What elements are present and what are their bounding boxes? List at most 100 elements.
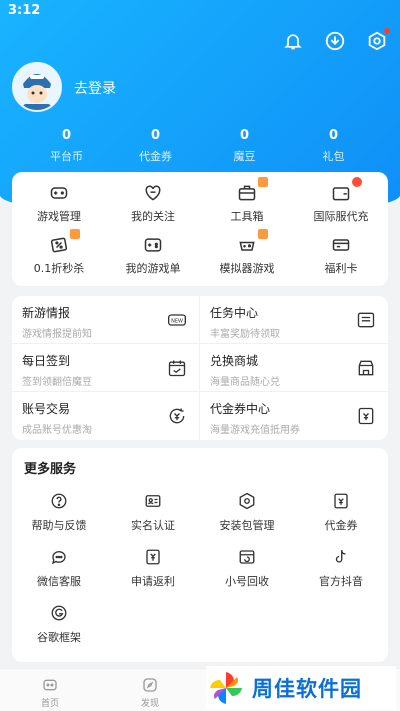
info-title: 账号交易 [22, 402, 71, 416]
service-label: 安装包管理 [219, 519, 275, 532]
help-icon [49, 491, 69, 511]
quick-access-card: 游戏管理 我的关注 工具箱 国际服代充 0.1折秒杀 我的游戏单 模拟器游戏 福… [12, 172, 388, 286]
stat-label: 代金券 [139, 150, 172, 163]
service-help-feedback[interactable]: 帮助与反馈 [12, 483, 106, 539]
grid-item-my-follows[interactable]: 我的关注 [106, 172, 200, 224]
stat-value: 0 [328, 128, 339, 143]
stat-voucher[interactable]: 0 代金券 [116, 128, 196, 164]
info-item-task-center[interactable]: 任务中心 丰富奖励待领取 [200, 296, 388, 344]
douyin-icon [331, 547, 351, 567]
service-wechat-support[interactable]: 微信客服 [12, 539, 106, 595]
info-item-account-trading[interactable]: 账号交易 成品账号优惠淘 [12, 392, 200, 440]
info-subtitle: 海量游戏充值抵用券 [210, 425, 300, 436]
grid-item-international-topup[interactable]: 国际服代充 [294, 172, 388, 224]
info-title: 任务中心 [210, 306, 259, 320]
grid-item-flash-sale[interactable]: 0.1折秒杀 [12, 224, 106, 276]
package-icon [237, 491, 257, 511]
download-icon[interactable] [322, 28, 348, 54]
stat-magic-bean[interactable]: 0 魔豆 [205, 128, 285, 164]
grid-item-emulator-games[interactable]: 模拟器游戏 [200, 224, 294, 276]
info-title: 代金券中心 [210, 402, 271, 416]
info-title: 每日签到 [22, 354, 71, 368]
id-card-icon [143, 491, 163, 511]
service-account-recycle[interactable]: 小号回收 [200, 539, 294, 595]
grid-item-label: 游戏管理 [37, 210, 81, 223]
nav-label: 首页 [40, 699, 59, 709]
service-voucher[interactable]: 代金券 [294, 483, 388, 539]
top-icon-bar [280, 28, 390, 54]
avatar[interactable] [12, 62, 62, 112]
service-label: 官方抖音 [319, 575, 363, 588]
stat-value: 0 [239, 128, 250, 143]
emulator-icon [236, 229, 268, 255]
stat-gift-pack[interactable]: 0 礼包 [294, 128, 374, 164]
nav-label: 发现 [140, 699, 159, 709]
service-label: 实名认证 [131, 519, 175, 532]
nav-home[interactable]: 首页 [0, 669, 100, 711]
game-list-icon [142, 234, 164, 255]
currency-exchange-icon [169, 408, 185, 424]
nav-discover[interactable]: 发现 [100, 669, 200, 711]
service-official-douyin[interactable]: 官方抖音 [294, 539, 388, 595]
new-label-icon: NEW [168, 314, 186, 326]
settings-icon[interactable] [364, 28, 390, 54]
grid-item-label: 0.1折秒杀 [33, 262, 85, 275]
service-real-name-auth[interactable]: 实名认证 [106, 483, 200, 539]
watermark-text: 周佳软件园 [252, 676, 362, 701]
google-icon [49, 603, 69, 623]
chat-bubble-icon [49, 547, 69, 567]
grid-item-my-game-list[interactable]: 我的游戏单 [106, 224, 200, 276]
more-services-card: 更多服务 帮助与反馈 实名认证 安装包管理 代金券 微信客服 申请返利 小号回收 [12, 448, 388, 662]
new-badge [70, 229, 80, 239]
stat-label: 平台币 [50, 150, 83, 163]
stat-value: 0 [150, 128, 161, 143]
grid-item-label: 国际服代充 [313, 210, 369, 223]
stat-platform-coin[interactable]: 0 平台币 [27, 128, 107, 164]
grid-item-label: 模拟器游戏 [219, 262, 275, 275]
status-time: 3:12 [8, 3, 41, 18]
service-label: 谷歌框架 [37, 631, 81, 644]
info-item-exchange-mall[interactable]: 兑换商城 海量商品随心兑 [200, 344, 388, 392]
stats-row: 0 平台币 0 代金券 0 魔豆 0 礼包 [0, 128, 400, 164]
discount-tag-icon [48, 229, 80, 255]
heart-icon [142, 182, 164, 203]
card-icon [330, 234, 352, 255]
wallet-icon [330, 177, 362, 203]
home-icon [43, 679, 57, 691]
grid-item-label: 福利卡 [324, 262, 358, 275]
grid-item-toolbox[interactable]: 工具箱 [200, 172, 294, 224]
svg-text:NEW: NEW [171, 319, 183, 325]
grid-item-welfare-card[interactable]: 福利卡 [294, 224, 388, 276]
info-subtitle: 游戏情报提前知 [22, 329, 92, 340]
stat-label: 礼包 [322, 150, 345, 163]
info-item-new-game-news[interactable]: 新游情报 游戏情报提前知 NEW [12, 296, 200, 344]
section-title: 更多服务 [24, 462, 77, 477]
service-apply-rebate[interactable]: 申请返利 [106, 539, 200, 595]
info-subtitle: 丰富奖励待领取 [210, 329, 280, 340]
voucher-icon [358, 407, 374, 425]
pinwheel-logo-icon [210, 671, 242, 704]
login-link[interactable]: 去登录 [74, 78, 116, 98]
service-label: 小号回收 [225, 575, 269, 588]
bell-icon[interactable] [280, 28, 306, 54]
gamepad-icon [48, 182, 70, 203]
service-package-management[interactable]: 安装包管理 [200, 483, 294, 539]
voucher-icon [331, 491, 351, 511]
calendar-check-icon [168, 360, 186, 377]
recycle-box-icon [237, 547, 257, 567]
info-item-voucher-center[interactable]: 代金券中心 海量游戏充值抵用券 [200, 392, 388, 440]
service-google-framework[interactable]: 谷歌框架 [12, 595, 106, 651]
new-badge [258, 229, 268, 239]
info-title: 新游情报 [22, 306, 71, 320]
yen-receipt-icon [143, 547, 163, 567]
grid-item-label: 工具箱 [230, 210, 264, 223]
info-subtitle: 海量商品随心兑 [210, 377, 280, 388]
notification-dot [384, 28, 390, 34]
grid-item-game-management[interactable]: 游戏管理 [12, 172, 106, 224]
info-title: 兑换商城 [210, 354, 259, 368]
info-subtitle: 签到领翻倍魔豆 [22, 377, 92, 388]
info-item-daily-checkin[interactable]: 每日签到 签到领翻倍魔豆 [12, 344, 200, 392]
service-label: 微信客服 [37, 575, 81, 588]
task-list-icon [357, 312, 375, 328]
hot-badge [352, 177, 362, 187]
